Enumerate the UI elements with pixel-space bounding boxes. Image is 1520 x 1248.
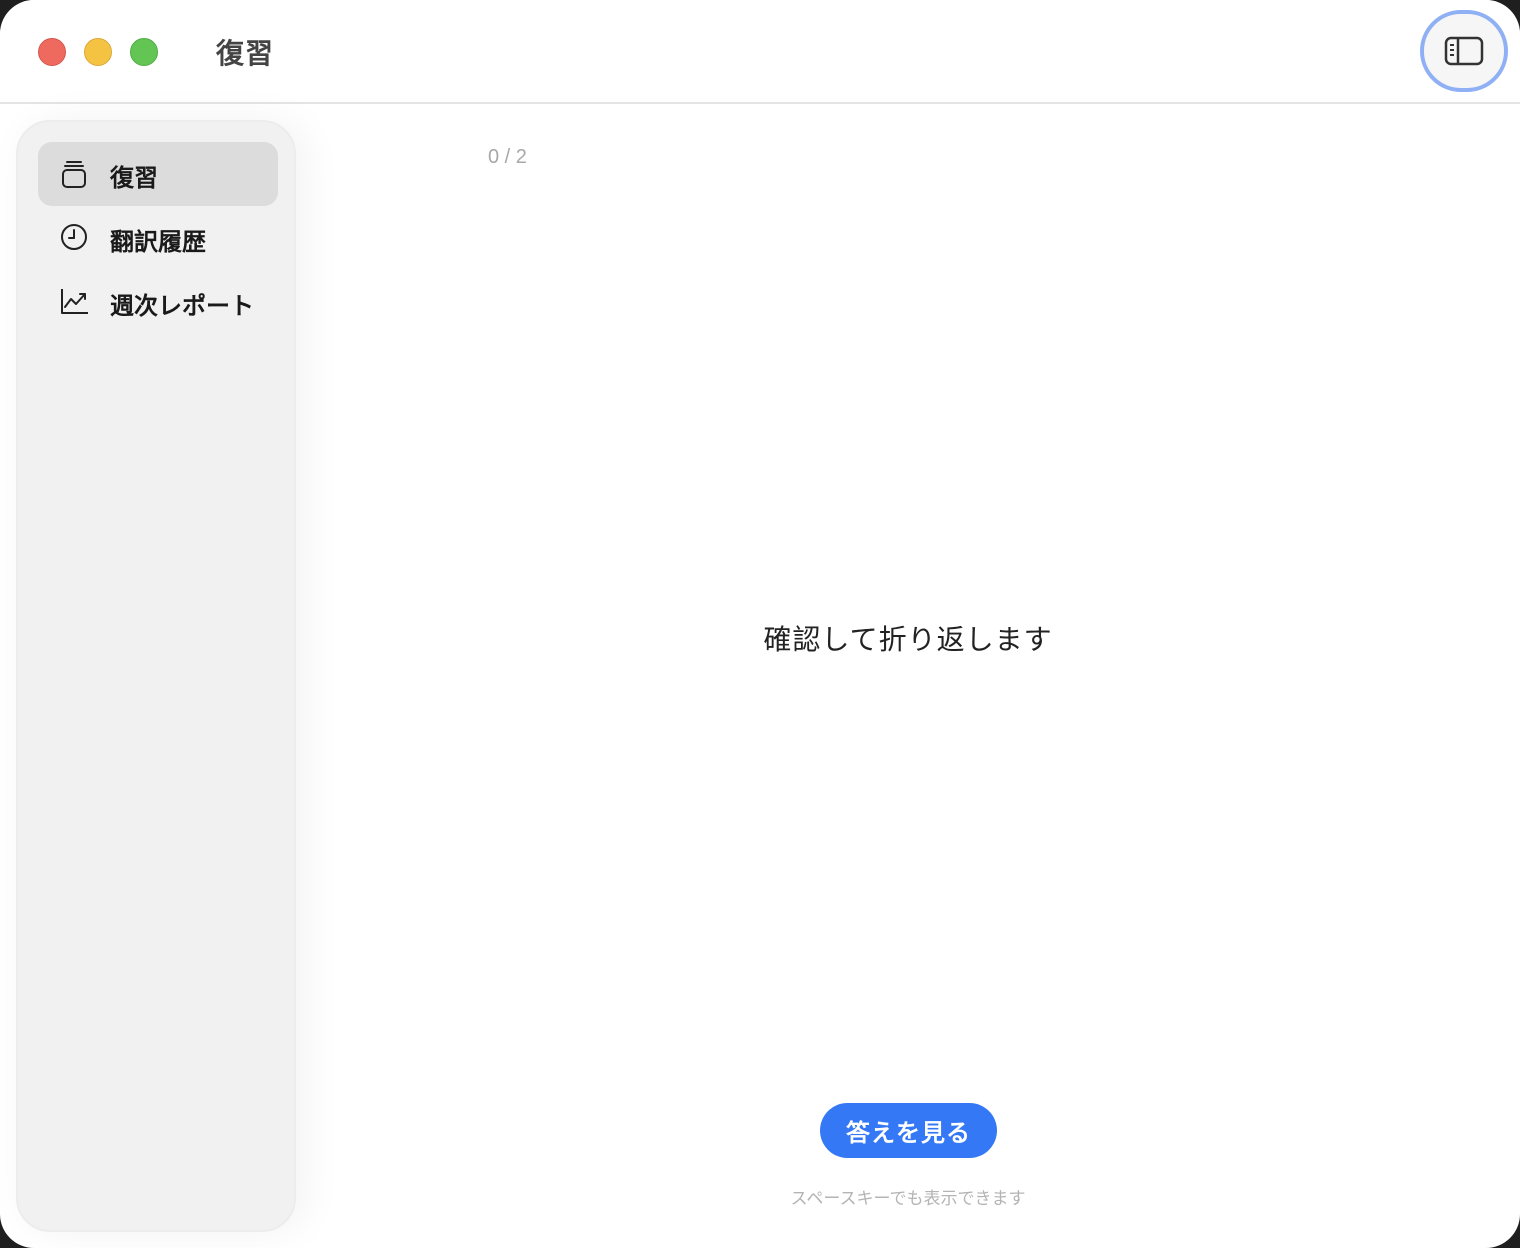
keyboard-hint: スペースキーでも表示できます [790, 1189, 1026, 1209]
close-window-button[interactable] [38, 38, 66, 66]
sidebar-item-weekly-report[interactable]: 週次レポート [38, 270, 278, 334]
review-progress: 0 / 2 [488, 146, 527, 168]
sidebar-item-translation-history[interactable]: 翻訳履歴 [38, 206, 278, 270]
app-window: 復習 復習 翻訳履歴 週次レポート 0 / 2 確認して折り返します 答えを見る… [0, 0, 1520, 1248]
sidebar-item-label: 復習 [110, 164, 158, 192]
maximize-window-button[interactable] [130, 38, 158, 66]
show-answer-button[interactable]: 答えを見る [820, 1103, 997, 1158]
clock-icon [61, 224, 87, 250]
sidebar-item-label: 週次レポート [110, 292, 254, 320]
flashcard-prompt: 確認して折り返します [763, 623, 1053, 656]
sidebar-item-review[interactable]: 復習 [38, 142, 278, 206]
flashcards-icon [62, 161, 86, 188]
window-title: 復習 [216, 37, 275, 70]
minimize-window-button[interactable] [84, 38, 112, 66]
sidebar-toggle-button[interactable] [1420, 10, 1508, 92]
sidebar: 復習 翻訳履歴 週次レポート [16, 120, 296, 1232]
sidebar-toggle-icon [1444, 36, 1484, 66]
chart-line-icon [61, 289, 88, 314]
titlebar: 復習 [0, 0, 1520, 104]
sidebar-item-label: 翻訳履歴 [110, 228, 206, 256]
